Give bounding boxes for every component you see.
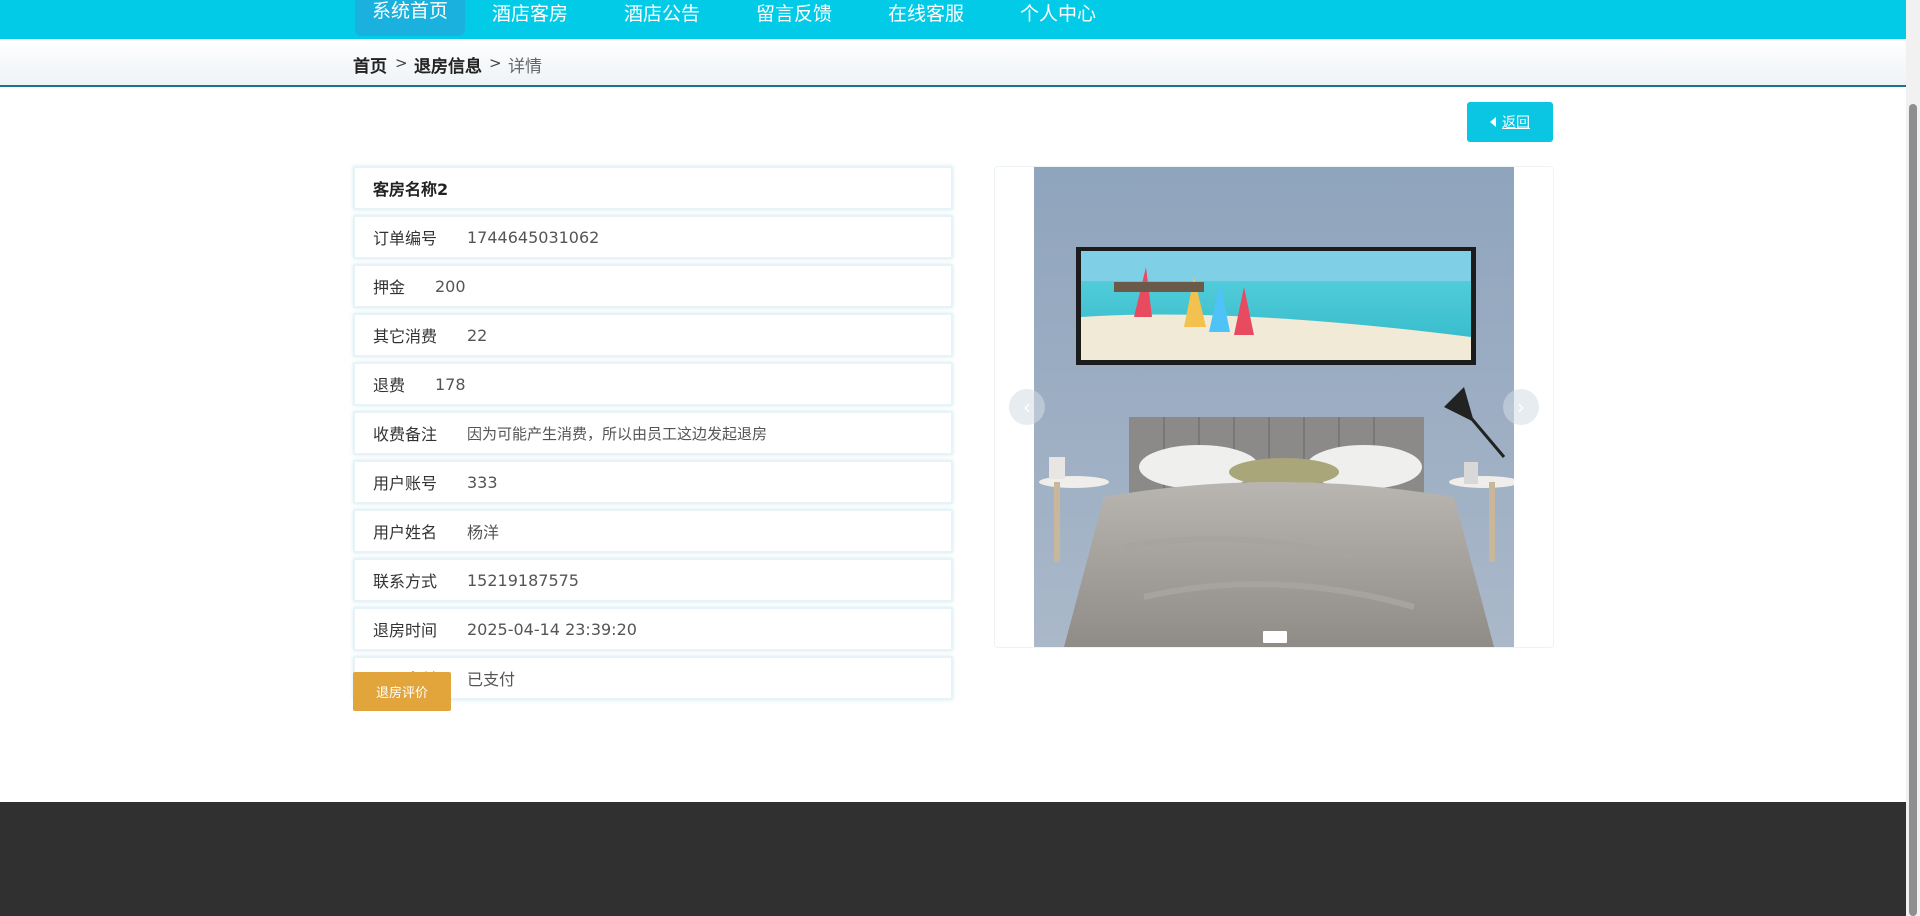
nav-item-rooms[interactable]: 酒店客房: [492, 0, 568, 39]
detail-value: 333: [467, 472, 498, 492]
detail-list: 客房名称2 订单编号 1744645031062 押金 200 其它消费 22 …: [353, 166, 953, 705]
nav-item-personal-center[interactable]: 个人中心: [1020, 0, 1096, 39]
breadcrumb-separator: >: [489, 54, 502, 72]
detail-value: 1744645031062: [467, 227, 600, 247]
room-image-carousel: ‹ ›: [994, 166, 1554, 648]
back-button[interactable]: 返回: [1467, 102, 1553, 142]
scrollbar-thumb[interactable]: [1909, 104, 1917, 916]
detail-label: 用户姓名: [373, 523, 438, 542]
chevron-right-icon: ›: [1517, 395, 1525, 419]
carousel-next-button[interactable]: ›: [1503, 389, 1539, 425]
nav-item-online-service[interactable]: 在线客服: [888, 0, 964, 39]
detail-row-refund: 退费 178: [353, 362, 953, 406]
detail-label: 押金: [373, 278, 406, 297]
detail-value: 已支付: [467, 670, 516, 689]
detail-label: 联系方式: [373, 572, 438, 591]
breadcrumb-separator: >: [395, 54, 408, 72]
breadcrumb-current: 详情: [508, 57, 542, 77]
detail-row-user-account: 用户账号 333: [353, 460, 953, 504]
back-button-label: 返回: [1502, 115, 1530, 131]
detail-row-order-number: 订单编号 1744645031062: [353, 215, 953, 259]
detail-label: 订单编号: [373, 229, 438, 248]
detail-value: 因为可能产生消费，所以由员工这边发起退房: [467, 424, 768, 443]
detail-row-fee-note: 收费备注 因为可能产生消费，所以由员工这边发起退房: [353, 411, 953, 455]
breadcrumb: 首页 > 退房信息 > 详情: [0, 39, 1906, 87]
detail-label: 退费: [373, 376, 406, 395]
nav-item-announcements[interactable]: 酒店公告: [624, 0, 700, 39]
detail-row-other-consumption: 其它消费 22: [353, 313, 953, 357]
checkout-review-button[interactable]: 退房评价: [353, 672, 451, 711]
breadcrumb-home[interactable]: 首页: [353, 52, 387, 77]
detail-value: 200: [435, 276, 466, 296]
bedroom-image: [1034, 167, 1514, 647]
breadcrumb-checkout-info[interactable]: 退房信息: [414, 52, 482, 77]
chevron-left-icon: ‹: [1023, 395, 1031, 419]
room-name: 客房名称2: [373, 180, 449, 199]
room-photo: [1034, 167, 1514, 647]
carousel-prev-button[interactable]: ‹: [1009, 389, 1045, 425]
detail-value: 22: [467, 325, 488, 345]
detail-value: 2025-04-14 23:39:20: [467, 619, 637, 639]
detail-label: 收费备注: [373, 425, 438, 444]
detail-row-checkout-time: 退房时间 2025-04-14 23:39:20: [353, 607, 953, 651]
detail-value: 178: [435, 374, 466, 394]
nav-item-home[interactable]: 系统首页: [355, 0, 466, 36]
footer: [0, 802, 1906, 916]
nav-item-feedback[interactable]: 留言反馈: [756, 0, 832, 39]
detail-label: 用户账号: [373, 474, 438, 493]
detail-row-contact: 联系方式 15219187575: [353, 558, 953, 602]
detail-value: 15219187575: [467, 570, 579, 590]
detail-row-user-name: 用户姓名 杨洋: [353, 509, 953, 553]
detail-value: 杨洋: [467, 523, 500, 542]
detail-title-row: 客房名称2: [353, 166, 953, 210]
top-nav: 系统首页 酒店客房 酒店公告 留言反馈 在线客服 个人中心: [0, 0, 1906, 39]
carousel-indicator[interactable]: [1263, 631, 1287, 643]
detail-label: 退房时间: [373, 621, 438, 640]
caret-left-icon: [1490, 117, 1496, 127]
detail-row-deposit: 押金 200: [353, 264, 953, 308]
detail-label: 其它消费: [373, 327, 438, 346]
